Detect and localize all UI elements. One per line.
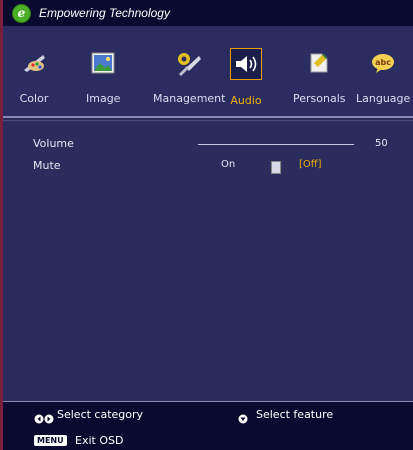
svg-text:abc: abc	[375, 58, 391, 67]
help-footer: Select category Select feature MENU Exit…	[3, 402, 413, 450]
volume-label: Volume	[33, 137, 74, 150]
tab-personals[interactable]: Personals	[293, 48, 346, 116]
volume-value: 50	[375, 138, 388, 149]
tab-language[interactable]: abc Language	[356, 48, 410, 116]
tab-audio[interactable]: Audio	[230, 48, 262, 116]
image-icon	[88, 48, 118, 78]
select-feature-hint: Select feature	[256, 408, 334, 421]
speaker-icon	[230, 48, 262, 80]
audio-settings-panel: Volume 50 Mute On [Off]	[3, 121, 413, 401]
mute-label: Mute	[33, 159, 61, 172]
header-divider	[3, 116, 413, 118]
tab-management[interactable]: Management	[153, 48, 225, 116]
osd-window: e Empowering Technology Color Image Mana…	[0, 0, 413, 450]
title-bar: e Empowering Technology	[3, 0, 413, 26]
volume-slider[interactable]	[198, 144, 354, 174]
brand-logo-icon: e	[12, 3, 31, 23]
tab-color[interactable]: Color	[19, 48, 49, 116]
volume-slider-handle[interactable]	[271, 161, 281, 174]
tab-label: Image	[86, 92, 121, 105]
window-title: Empowering Technology	[39, 6, 170, 20]
tab-label: Color	[19, 92, 49, 105]
left-right-arrows-icon	[34, 409, 54, 428]
mute-option-on[interactable]: On	[221, 159, 235, 170]
abc-speech-bubble-icon: abc	[368, 48, 398, 78]
menu-key-badge: MENU	[34, 435, 67, 446]
color-palette-icon	[19, 48, 49, 78]
tab-image[interactable]: Image	[86, 48, 120, 116]
select-category-hint: Select category	[57, 408, 144, 421]
tab-label: Language	[356, 92, 411, 105]
tools-icon	[174, 48, 204, 78]
tab-label: Audio	[230, 94, 262, 107]
down-arrow-icon	[238, 409, 248, 428]
tab-label: Personals	[293, 92, 346, 105]
personals-icon	[304, 48, 334, 78]
mute-option-off[interactable]: [Off]	[299, 159, 322, 170]
exit-osd-hint: Exit OSD	[75, 434, 124, 447]
category-tab-bar: Color Image Management Audio Personals a…	[3, 26, 413, 116]
tab-label: Management	[153, 92, 226, 105]
